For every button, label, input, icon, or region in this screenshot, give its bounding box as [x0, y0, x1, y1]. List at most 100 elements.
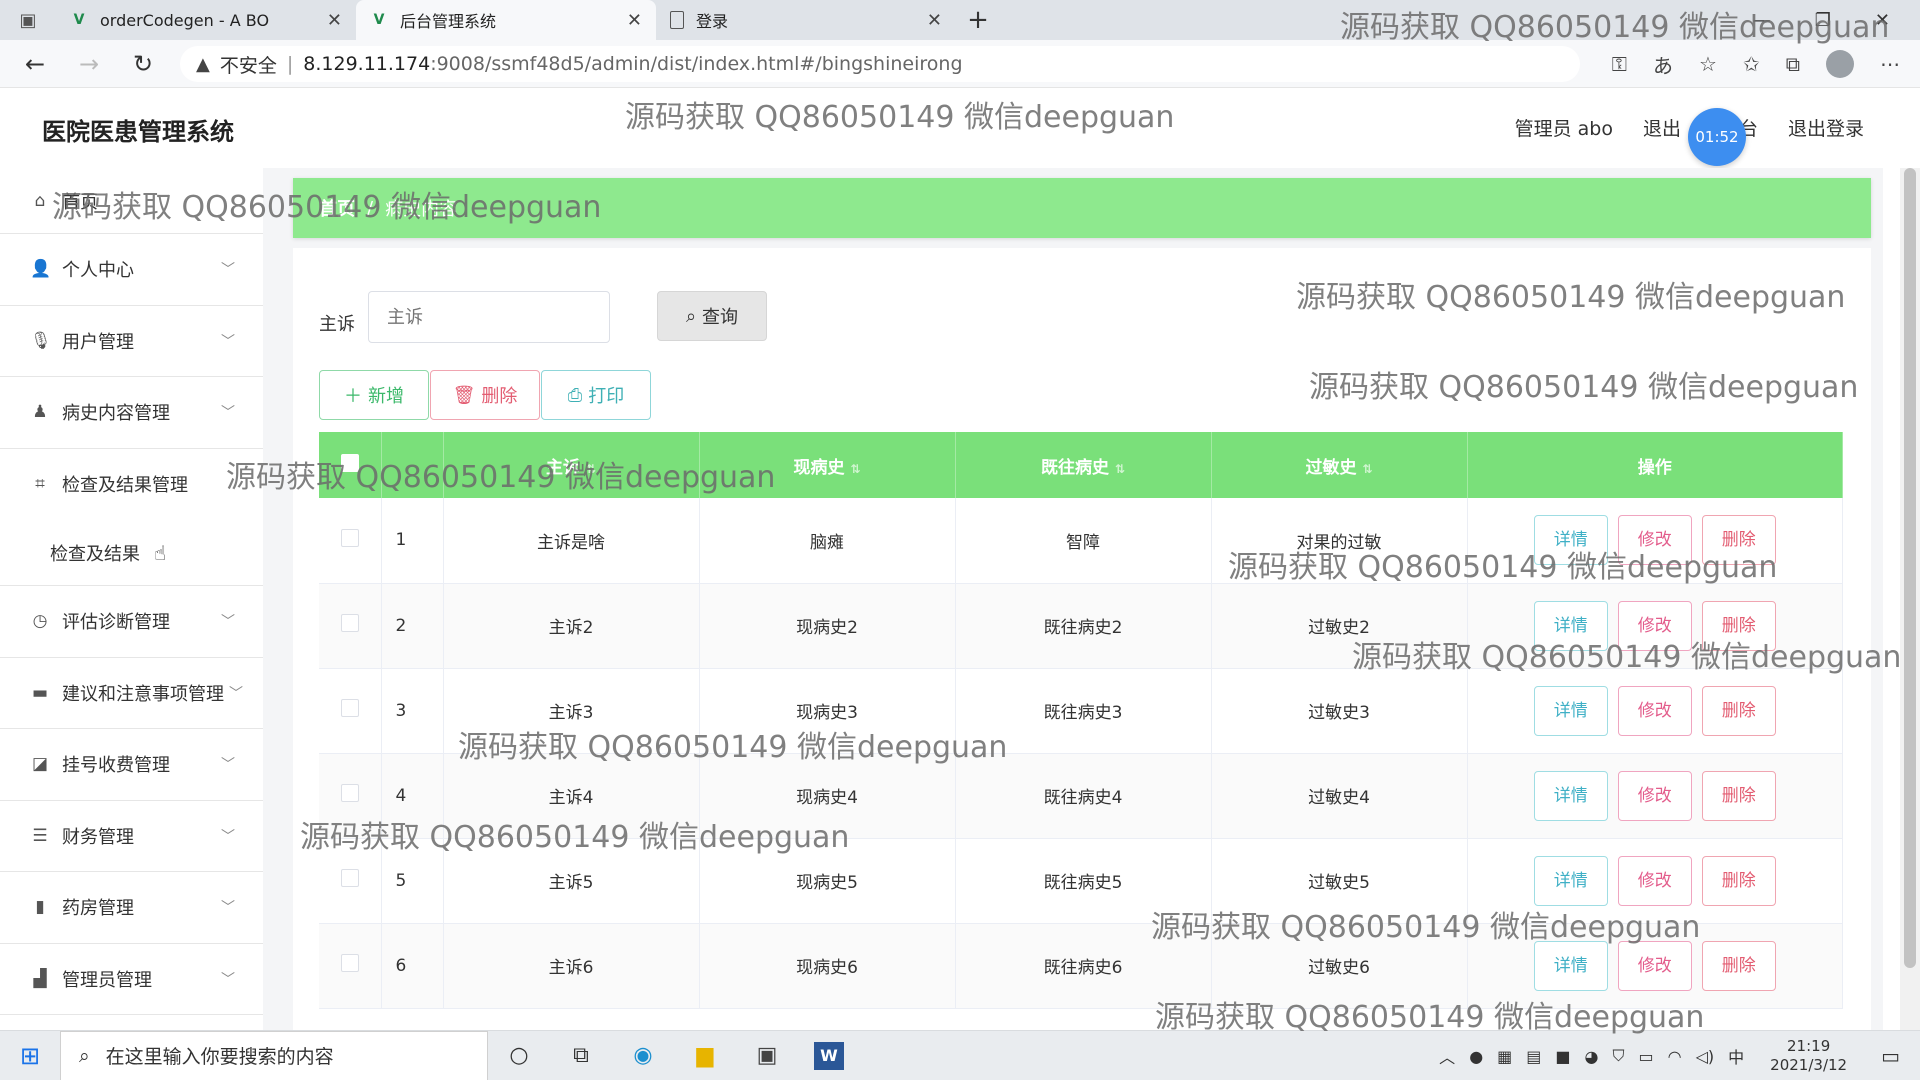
url-field[interactable]: ▲ 不安全 | 8.129.11.174:9008/ssmf48d5/admin…: [180, 46, 1580, 82]
cell-zhusu: 主诉6: [443, 923, 700, 1009]
wifi-icon[interactable]: ◠: [1668, 1047, 1682, 1066]
file-explorer-icon[interactable]: ▆: [674, 1043, 736, 1068]
maximize-icon[interactable]: ❐: [1815, 10, 1831, 31]
row-checkbox[interactable]: [340, 528, 359, 547]
sort-icon[interactable]: ⇅: [1362, 462, 1372, 476]
search-input[interactable]: [368, 291, 610, 343]
sidebar-item-personal-center[interactable]: 👤 个人中心 ﹀: [0, 234, 263, 306]
url-path: :9008/ssmf48d5/admin/dist/index.html#/bi…: [430, 53, 963, 75]
row-checkbox[interactable]: [340, 784, 359, 802]
close-icon[interactable]: ✕: [927, 10, 942, 31]
batch-delete-button[interactable]: 🗑 删除: [430, 370, 540, 420]
search-button[interactable]: ⌕ 查询: [657, 291, 767, 341]
word-icon[interactable]: W: [798, 1041, 860, 1070]
sort-icon[interactable]: ⇅: [1115, 462, 1125, 476]
delete-button[interactable]: 删除: [1701, 600, 1776, 651]
sidebar-item-diagnosis[interactable]: ◷ 评估诊断管理 ﹀: [0, 586, 263, 658]
sidebar-item-registration[interactable]: ◪ 挂号收费管理 ﹀: [0, 729, 263, 801]
detail-button[interactable]: 详情: [1533, 855, 1608, 906]
tab-actions-icon[interactable]: ▣: [0, 0, 56, 40]
key-icon[interactable]: ⚿: [1612, 52, 1627, 76]
tab-ordercodegen[interactable]: V orderCodegen - A BO ✕: [56, 0, 356, 40]
close-icon[interactable]: ✕: [327, 10, 342, 31]
logout-link[interactable]: 退出登录: [1788, 114, 1864, 141]
tray-app-icon[interactable]: ▤: [1526, 1047, 1541, 1066]
minimize-icon[interactable]: —: [1753, 10, 1771, 31]
new-tab-button[interactable]: +: [956, 0, 1000, 40]
row-checkbox[interactable]: [340, 954, 359, 972]
forward-icon[interactable]: →: [62, 50, 116, 78]
wechat-icon[interactable]: ◕: [1585, 1047, 1599, 1066]
detail-button[interactable]: 详情: [1533, 600, 1608, 651]
header-guomin[interactable]: 过敏史 ⇅: [1211, 432, 1468, 498]
sidebar-item-exam[interactable]: ⌗ 检查及结果管理: [0, 449, 263, 521]
add-button[interactable]: ＋ 新增: [319, 370, 429, 420]
back-icon[interactable]: ←: [8, 50, 62, 78]
detail-button[interactable]: 详情: [1533, 940, 1608, 991]
sidebar-item-finance[interactable]: ☰ 财务管理 ﹀: [0, 801, 263, 872]
sidebar-item-admins[interactable]: ▟ 管理员管理 ﹀: [0, 944, 263, 1015]
header-zhusu[interactable]: 主诉 ⇅: [443, 432, 700, 498]
sidebar-item-pharmacy[interactable]: ▮ 药房管理 ﹀: [0, 872, 263, 944]
tray-app-icon[interactable]: ▦: [1497, 1047, 1512, 1066]
header-label: 既往病史: [1040, 457, 1109, 478]
favorites-icon[interactable]: ✩: [1743, 52, 1760, 76]
volume-icon[interactable]: ◁): [1696, 1047, 1715, 1066]
tab-login[interactable]: 登录 ✕: [656, 0, 956, 40]
edit-button[interactable]: 修改: [1617, 600, 1692, 651]
row-checkbox[interactable]: [340, 614, 359, 632]
delete-button[interactable]: 删除: [1701, 685, 1776, 736]
header-xianbingshi[interactable]: 现病史 ⇅: [699, 432, 956, 498]
chevron-up-icon[interactable]: ︿: [1439, 1044, 1455, 1068]
sort-icon[interactable]: ⇅: [850, 462, 860, 476]
taskbar-search[interactable]: ⌕ 在这里输入你要搜索的内容: [60, 1030, 488, 1080]
detail-button[interactable]: 详情: [1533, 685, 1608, 736]
row-checkbox[interactable]: [340, 869, 359, 887]
collections-icon[interactable]: ⧉: [1786, 52, 1800, 76]
profile-avatar[interactable]: [1826, 50, 1854, 78]
translate-icon[interactable]: あ: [1653, 50, 1673, 79]
store-icon[interactable]: ▣: [736, 1043, 798, 1068]
page-scrollbar[interactable]: [1900, 168, 1920, 1030]
edit-button[interactable]: 修改: [1617, 685, 1692, 736]
breadcrumb-home[interactable]: 首页: [319, 195, 355, 221]
sidebar-item-advice[interactable]: ▬ 建议和注意事项管理 ﹀: [0, 658, 263, 729]
select-all-checkbox[interactable]: [340, 453, 359, 472]
reload-icon[interactable]: ↻: [116, 50, 170, 78]
delete-button[interactable]: 删除: [1701, 855, 1776, 906]
edge-icon[interactable]: ◉: [612, 1043, 674, 1068]
detail-button[interactable]: 详情: [1533, 770, 1608, 821]
shield-icon[interactable]: ⛉: [1613, 1046, 1625, 1066]
nvidia-icon[interactable]: ■: [1555, 1047, 1570, 1066]
detail-button[interactable]: 详情: [1533, 515, 1608, 566]
delete-button[interactable]: 删除: [1701, 770, 1776, 821]
sidebar-item-history[interactable]: ♟ 病史内容管理 ﹀: [0, 377, 263, 449]
edit-button[interactable]: 修改: [1617, 515, 1692, 566]
cortana-icon[interactable]: ○: [488, 1043, 550, 1068]
print-button[interactable]: ⎙ 打印: [541, 370, 651, 420]
edit-button[interactable]: 修改: [1617, 940, 1692, 991]
sidebar-item-home[interactable]: ⌂ 首页: [0, 168, 263, 234]
delete-button[interactable]: 删除: [1701, 515, 1776, 566]
row-checkbox[interactable]: [340, 699, 359, 717]
scrollbar-thumb[interactable]: [1904, 168, 1916, 968]
sort-icon[interactable]: ⇅: [586, 462, 596, 476]
clock[interactable]: 21:19 2021/3/12: [1770, 1037, 1847, 1075]
mic-icon[interactable]: ●: [1469, 1047, 1483, 1066]
more-icon[interactable]: ⋯: [1880, 52, 1900, 76]
sidebar-item-exam-results[interactable]: 检查及结果 ☝: [0, 520, 263, 586]
battery-icon[interactable]: ▭: [1639, 1047, 1654, 1066]
notification-icon[interactable]: ▭: [1881, 1044, 1900, 1068]
delete-button[interactable]: 删除: [1701, 940, 1776, 991]
windows-start-icon[interactable]: ⊞: [0, 1042, 60, 1070]
task-view-icon[interactable]: ⧉: [550, 1043, 612, 1068]
close-icon[interactable]: ✕: [627, 10, 642, 31]
tab-admin[interactable]: V 后台管理系统 ✕: [356, 0, 656, 40]
header-jiwang[interactable]: 既往病史 ⇅: [955, 432, 1212, 498]
sidebar-item-users[interactable]: 🎙 用户管理 ﹀: [0, 306, 263, 377]
close-window-icon[interactable]: ✕: [1875, 10, 1890, 31]
edit-button[interactable]: 修改: [1617, 770, 1692, 821]
ime-indicator[interactable]: 中: [1728, 1044, 1744, 1068]
edit-button[interactable]: 修改: [1617, 855, 1692, 906]
favorite-add-icon[interactable]: ☆: [1699, 52, 1717, 76]
